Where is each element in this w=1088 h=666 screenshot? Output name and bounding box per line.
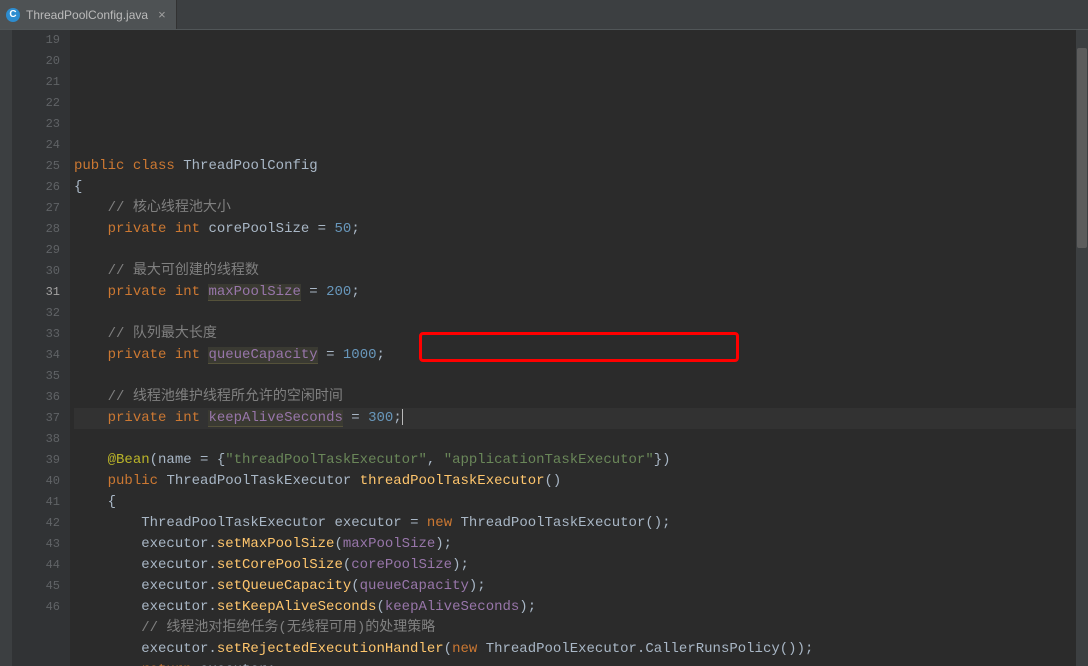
- vertical-scrollbar[interactable]: [1076, 30, 1088, 666]
- line-number: 35: [12, 366, 60, 387]
- line-number: 33: [12, 324, 60, 345]
- line-number: 31: [12, 282, 60, 303]
- line-number: 23: [12, 114, 60, 135]
- line-number: 25: [12, 156, 60, 177]
- line-number: 46: [12, 597, 60, 618]
- line-number: 27: [12, 198, 60, 219]
- text-caret: [402, 409, 403, 425]
- line-number: 28: [12, 219, 60, 240]
- tab-filename: ThreadPoolConfig.java: [26, 8, 148, 22]
- line-number: 22: [12, 93, 60, 114]
- scroll-thumb[interactable]: [1077, 48, 1087, 248]
- code-line[interactable]: private int maxPoolSize = 200;: [74, 282, 1088, 303]
- line-number: 39: [12, 450, 60, 471]
- code-line[interactable]: public ThreadPoolTaskExecutor threadPool…: [74, 471, 1088, 492]
- code-line[interactable]: public class ThreadPoolConfig: [74, 156, 1088, 177]
- line-number: 42: [12, 513, 60, 534]
- code-line[interactable]: {: [74, 492, 1088, 513]
- code-line[interactable]: [74, 366, 1088, 387]
- line-number: 24: [12, 135, 60, 156]
- code-line[interactable]: // 线程池维护线程所允许的空闲时间: [74, 387, 1088, 408]
- line-number-gutter: 1920212223242526272829303132333435363738…: [12, 30, 70, 666]
- editor-tabbar: C ThreadPoolConfig.java ×: [0, 0, 1088, 30]
- line-number: 32: [12, 303, 60, 324]
- line-number: 36: [12, 387, 60, 408]
- line-number: 37: [12, 408, 60, 429]
- code-line[interactable]: private int corePoolSize = 50;: [74, 219, 1088, 240]
- code-line[interactable]: executor.setMaxPoolSize(maxPoolSize);: [74, 534, 1088, 555]
- code-line[interactable]: ThreadPoolTaskExecutor executor = new Th…: [74, 513, 1088, 534]
- line-number: 43: [12, 534, 60, 555]
- code-line[interactable]: {: [74, 177, 1088, 198]
- line-number: 19: [12, 30, 60, 51]
- code-line[interactable]: private int queueCapacity = 1000;: [74, 345, 1088, 366]
- line-number: 21: [12, 72, 60, 93]
- line-number: 20: [12, 51, 60, 72]
- line-number: 34: [12, 345, 60, 366]
- code-line[interactable]: [74, 240, 1088, 261]
- code-line[interactable]: executor.setRejectedExecutionHandler(new…: [74, 639, 1088, 660]
- code-line[interactable]: [74, 429, 1088, 450]
- code-line[interactable]: [74, 303, 1088, 324]
- code-line[interactable]: @Bean(name = {"threadPoolTaskExecutor", …: [74, 450, 1088, 471]
- line-number: 26: [12, 177, 60, 198]
- bookmark-strip: [0, 30, 12, 666]
- line-number: 41: [12, 492, 60, 513]
- code-line[interactable]: executor.setKeepAliveSeconds(keepAliveSe…: [74, 597, 1088, 618]
- code-line[interactable]: // 核心线程池大小: [74, 198, 1088, 219]
- code-line[interactable]: executor.setCorePoolSize(corePoolSize);: [74, 555, 1088, 576]
- line-number: 29: [12, 240, 60, 261]
- line-number: 45: [12, 576, 60, 597]
- file-tab[interactable]: C ThreadPoolConfig.java ×: [0, 0, 177, 29]
- java-class-icon: C: [6, 8, 20, 22]
- code-area[interactable]: public class ThreadPoolConfig{ // 核心线程池大…: [70, 30, 1088, 666]
- line-number: 30: [12, 261, 60, 282]
- line-number: 44: [12, 555, 60, 576]
- code-line[interactable]: executor.setQueueCapacity(queueCapacity)…: [74, 576, 1088, 597]
- line-number: 40: [12, 471, 60, 492]
- close-icon[interactable]: ×: [158, 7, 166, 22]
- code-line[interactable]: // 队列最大长度: [74, 324, 1088, 345]
- code-line[interactable]: private int keepAliveSeconds = 300;: [74, 408, 1088, 429]
- code-line[interactable]: // 最大可创建的线程数: [74, 261, 1088, 282]
- code-line[interactable]: // 线程池对拒绝任务(无线程可用)的处理策略: [74, 618, 1088, 639]
- line-number: 38: [12, 429, 60, 450]
- editor-canvas: 1920212223242526272829303132333435363738…: [0, 30, 1088, 666]
- code-line[interactable]: return executor;: [74, 660, 1088, 666]
